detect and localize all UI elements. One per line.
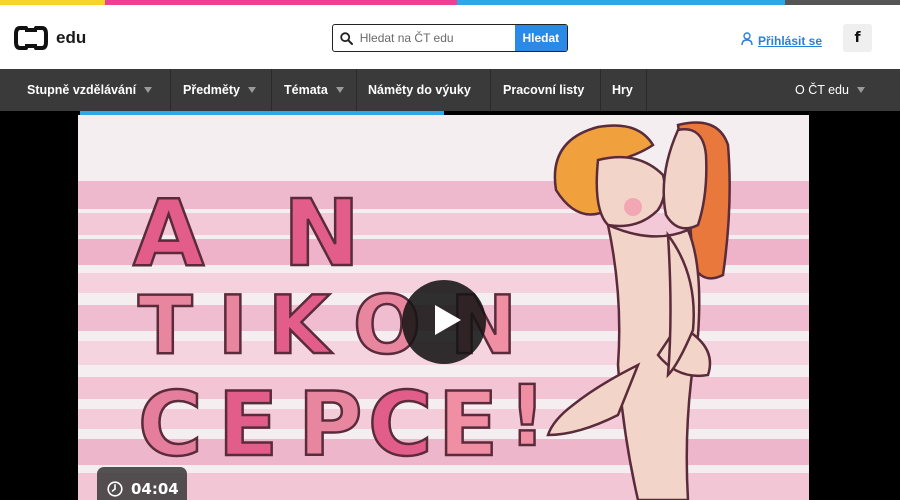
- svg-text:I: I: [218, 279, 248, 372]
- search-form: Hledat: [332, 24, 568, 52]
- clock-icon: [107, 481, 123, 500]
- nav-divider: [646, 69, 647, 111]
- chevron-down-icon: [335, 87, 344, 93]
- nav-item-label: Pracovní listy: [503, 83, 585, 97]
- nav-item-label: O ČT edu: [795, 83, 849, 97]
- nav-item-hry[interactable]: Hry: [612, 69, 633, 111]
- site-header: edu Hledat Přihlásit se f: [0, 5, 900, 69]
- nav-item-about[interactable]: O ČT edu: [795, 69, 865, 111]
- play-icon: [425, 303, 463, 342]
- nav-item-stupne[interactable]: Stupně vzdělávání: [27, 69, 153, 111]
- facebook-icon: f: [854, 30, 861, 46]
- chevron-down-icon: [247, 87, 256, 93]
- chevron-down-icon: [856, 87, 865, 93]
- login-label: Přihlásit se: [758, 33, 823, 48]
- svg-text:E: E: [438, 373, 498, 476]
- nav-divider: [600, 69, 601, 111]
- facebook-button[interactable]: f: [843, 24, 872, 52]
- svg-text:K: K: [268, 279, 333, 372]
- main-nav: Stupně vzdělávání Předměty Témata Náměty…: [0, 69, 900, 111]
- nav-item-pracovni-listy[interactable]: Pracovní listy: [503, 69, 584, 111]
- nav-divider: [170, 69, 171, 111]
- duration-text: 04:04: [131, 480, 179, 498]
- chevron-down-icon: [144, 87, 153, 93]
- site-logo[interactable]: edu: [14, 25, 86, 51]
- nav-item-label: Předměty: [183, 83, 240, 97]
- svg-text:N: N: [283, 180, 360, 287]
- nav-item-label: Témata: [284, 83, 328, 97]
- nav-item-label: Hry: [612, 83, 633, 97]
- nav-divider: [356, 69, 357, 111]
- nav-item-predmety[interactable]: Předměty: [183, 69, 256, 111]
- play-button[interactable]: [402, 280, 486, 364]
- logo-text: edu: [56, 28, 87, 47]
- nav-item-label: Náměty do výuky: [368, 83, 471, 97]
- svg-text:T: T: [138, 279, 193, 372]
- nav-divider: [490, 69, 491, 111]
- nav-divider: [271, 69, 272, 111]
- login-link[interactable]: Přihlásit se: [741, 32, 822, 49]
- svg-text:E: E: [218, 373, 278, 476]
- nav-item-label: Stupně vzdělávání: [27, 83, 137, 97]
- user-icon: [741, 32, 753, 49]
- svg-text:P: P: [298, 373, 363, 476]
- svg-text:C: C: [138, 373, 203, 476]
- svg-text:C: C: [368, 373, 433, 476]
- search-icon: [333, 25, 354, 51]
- search-input[interactable]: [353, 25, 515, 51]
- nav-item-temata[interactable]: Témata: [284, 69, 344, 111]
- search-button[interactable]: Hledat: [514, 25, 567, 51]
- video-player[interactable]: A N T I K O N C E P C E !: [78, 115, 809, 500]
- video-duration-badge: 04:04: [97, 467, 187, 500]
- nav-item-namety[interactable]: Náměty do výuky: [368, 69, 471, 111]
- ct-logo-icon: [14, 26, 48, 50]
- svg-text:A: A: [133, 180, 204, 287]
- svg-text:!: !: [508, 367, 546, 465]
